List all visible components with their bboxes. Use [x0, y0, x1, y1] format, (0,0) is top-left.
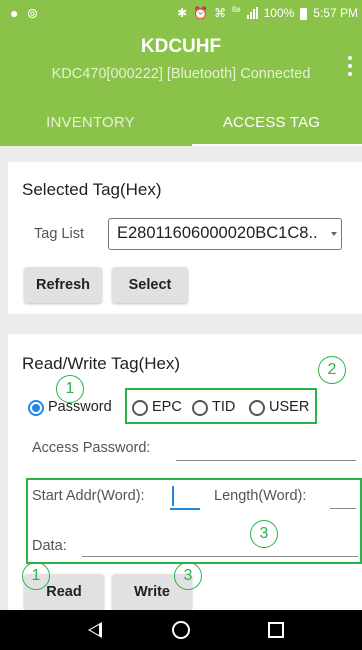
overflow-menu-icon[interactable]: [346, 56, 354, 76]
bluetooth-icon: ✱: [177, 6, 188, 20]
location-icon: ●: [10, 5, 19, 21]
signal-icon: [246, 7, 258, 19]
battery-percent: 100%: [263, 6, 295, 20]
annotation-box-address-data: [26, 478, 362, 564]
annotation-marker-read: 1: [22, 562, 50, 590]
select-button[interactable]: Select: [112, 267, 188, 303]
dropdown-arrow-icon: [331, 232, 337, 236]
recent-apps-icon[interactable]: [268, 622, 284, 638]
tab-indicator: [192, 144, 362, 146]
clock: 5:57 PM: [313, 6, 358, 20]
annotation-marker-3: 3: [250, 520, 278, 548]
annotation-box-memory-bank: [125, 388, 317, 424]
battery-icon: [300, 8, 308, 20]
radio-password[interactable]: [28, 400, 44, 416]
status-bar: ● ⊚ ✱ ⏰ ⌘ lte 100% 5:57 PM: [0, 0, 362, 28]
alarm-icon: ⏰: [193, 6, 209, 20]
network-type: lte: [232, 4, 241, 14]
tab-access-tag[interactable]: ACCESS TAG: [181, 104, 362, 146]
annotation-marker-2: 2: [318, 356, 346, 384]
access-password-label: Access Password:: [32, 440, 151, 456]
system-nav-bar: [0, 610, 362, 650]
tag-list-dropdown[interactable]: E28011606000020BC1C8..: [108, 218, 342, 250]
access-password-field[interactable]: [176, 460, 356, 461]
connection-status: KDC470[000222] [Bluetooth] Connected: [51, 66, 311, 82]
app-title: KDCUHF: [140, 36, 222, 57]
back-icon[interactable]: [88, 622, 102, 638]
selected-tag-card: Selected Tag(Hex) Tag List E280116060000…: [8, 162, 362, 314]
tag-list-value: E28011606000020BC1C8..: [117, 224, 318, 242]
tag-list-label: Tag List: [34, 226, 84, 242]
annotation-marker-1: 1: [56, 375, 84, 403]
vibrate-icon: ⌘: [214, 6, 227, 20]
tab-inventory[interactable]: INVENTORY: [0, 104, 181, 146]
home-icon[interactable]: [172, 621, 190, 639]
read-write-title: Read/Write Tag(Hex): [22, 354, 181, 373]
voicemail-icon: ⊚: [26, 5, 39, 21]
selected-tag-title: Selected Tag(Hex): [22, 180, 162, 199]
annotation-marker-write: 3: [174, 562, 202, 590]
tab-bar: INVENTORY ACCESS TAG: [0, 104, 362, 146]
radio-password-label: Password: [48, 399, 112, 415]
refresh-button[interactable]: Refresh: [24, 267, 102, 303]
